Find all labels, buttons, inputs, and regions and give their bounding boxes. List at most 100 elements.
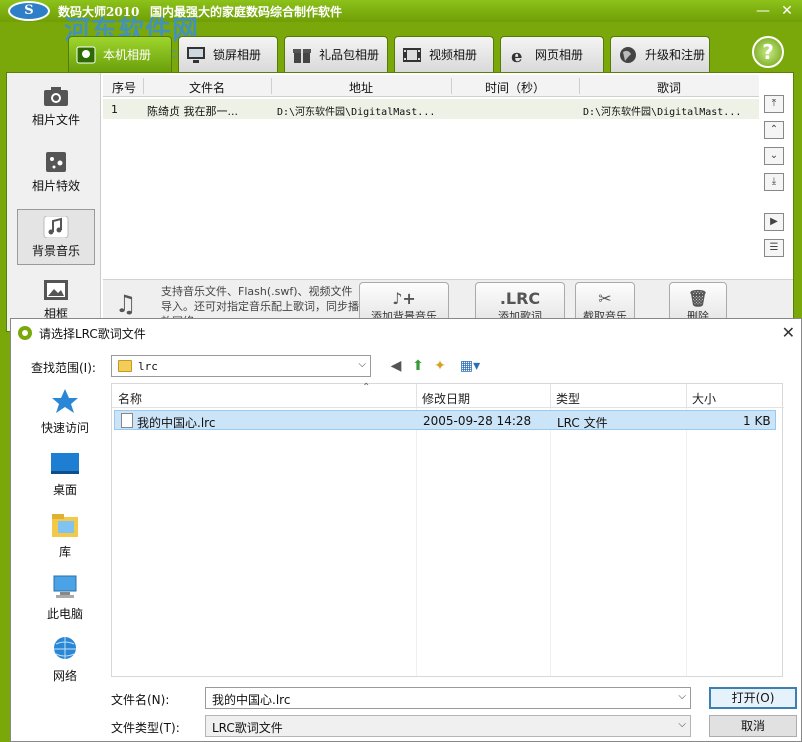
svg-text:e: e — [511, 46, 522, 65]
add-music-icon: ♪+ — [392, 289, 416, 308]
column-header-modified[interactable]: 修改日期 — [422, 390, 470, 407]
cell-lyrics: D:\河东软件园\DigitalMast... — [583, 107, 742, 118]
tab-upgrade-register[interactable]: 升级和注册 — [610, 36, 710, 72]
column-header-path[interactable]: 地址 — [273, 79, 449, 96]
gift-icon — [291, 45, 313, 65]
sidebar-item-label: 相片特效 — [31, 179, 80, 193]
local-album-icon — [75, 45, 97, 65]
chevron-down-icon[interactable]: ⌵ — [678, 691, 686, 702]
tab-video-album[interactable]: 视频相册 — [394, 36, 494, 72]
place-label: 此电脑 — [46, 607, 83, 621]
sidebar-item-photo-files[interactable]: 相片文件 — [17, 79, 95, 135]
cell-filename: 陈绮贞 我在那一... — [147, 105, 238, 118]
column-header-lyrics[interactable]: 歌词 — [581, 79, 757, 96]
move-up-button[interactable]: ⌃ — [764, 121, 784, 139]
help-button[interactable]: ? — [752, 36, 784, 68]
place-label: 桌面 — [52, 483, 77, 497]
place-quick-access[interactable]: 快速访问 — [25, 387, 105, 445]
dialog-title-bar: 请选择LRC歌词文件 ✕ — [11, 319, 801, 347]
cell-path: D:\河东软件园\DigitalMast... — [277, 107, 436, 118]
column-header-index[interactable]: 序号 — [107, 79, 141, 96]
tab-label: 本机相册 — [103, 48, 152, 62]
star-icon — [50, 387, 80, 415]
computer-icon — [50, 573, 80, 601]
trim-icon: ✂ — [598, 289, 612, 308]
up-folder-icon[interactable]: ⬆ — [409, 357, 427, 375]
add-music-button[interactable]: ♪+ 添加背景音乐 — [359, 282, 449, 323]
column-header-size[interactable]: 大小 — [692, 390, 716, 407]
add-lyrics-button[interactable]: .LRC 添加歌词 — [475, 282, 565, 323]
place-this-pc[interactable]: 此电脑 — [25, 573, 105, 631]
table-row[interactable]: 1 陈绮贞 我在那一... D:\河东软件园\DigitalMast... D:… — [103, 99, 759, 119]
camera-icon — [42, 85, 70, 107]
move-bottom-button[interactable]: ⤓ — [764, 173, 784, 191]
tab-web-album[interactable]: e 网页相册 — [500, 36, 604, 72]
delete-button[interactable]: 🗑 删除 — [669, 282, 727, 323]
lookin-dropdown[interactable]: lrc ⌵ — [111, 355, 371, 377]
tab-label: 网页相册 — [535, 48, 584, 62]
chevron-down-icon: ⌵ — [358, 359, 366, 370]
music-note-icon — [42, 215, 70, 239]
place-desktop[interactable]: 桌面 — [25, 449, 105, 507]
open-lrc-dialog: 请选择LRC歌词文件 ✕ 查找范围(I): lrc ⌵ ◀ ⬆ ✦ ▦▾ 快速访… — [10, 318, 802, 742]
sort-ascending-icon: ⌃ — [362, 382, 371, 393]
file-row[interactable]: 我的中国心.lrc 2005-09-28 14:28 LRC 文件 1 KB — [114, 410, 776, 430]
tab-label: 礼品包相册 — [319, 48, 380, 62]
properties-button[interactable]: ☰ — [764, 239, 784, 257]
file-size: 1 KB — [743, 414, 771, 428]
column-header-name[interactable]: 名称 — [118, 390, 142, 407]
new-folder-icon[interactable]: ✦ — [431, 357, 449, 375]
move-top-button[interactable]: ⤒ — [764, 95, 784, 113]
place-label: 库 — [58, 545, 71, 559]
cell-index: 1 — [111, 103, 118, 116]
sidebar-item-label: 相片文件 — [31, 113, 80, 127]
tab-lockscreen-album[interactable]: 锁屏相册 — [178, 36, 278, 72]
close-window-button[interactable]: ✕ — [776, 2, 798, 20]
column-header-time[interactable]: 时间（秒） — [453, 79, 577, 96]
filename-input[interactable]: 我的中国心.lrc ⌵ — [205, 687, 691, 709]
tab-local-album[interactable]: 本机相册 — [68, 36, 172, 72]
globe-icon — [617, 45, 639, 65]
tab-label: 视频相册 — [429, 48, 478, 62]
sidebar-item-photo-effects[interactable]: 相片特效 — [17, 145, 95, 201]
music-table: 序号 文件名 地址 时间（秒） 歌词 1 陈绮贞 我在那一... D:\河东软件… — [103, 75, 759, 277]
chevron-down-icon: ⌵ — [678, 719, 686, 730]
file-list-header: ⌃ 名称 修改日期 类型 大小 — [112, 382, 784, 408]
filetype-label: 文件类型(T): — [111, 721, 180, 735]
sidebar: 相片文件 相片特效 背景音乐 相框 — [7, 73, 101, 331]
library-icon — [50, 511, 80, 539]
file-icon — [121, 413, 133, 428]
play-button[interactable]: ▶ — [764, 213, 784, 231]
filename-value: 我的中国心.lrc — [212, 693, 291, 707]
desktop-icon — [50, 449, 80, 477]
open-button[interactable]: 打开(O) — [709, 687, 797, 709]
film-icon — [401, 45, 423, 65]
place-label: 网络 — [52, 669, 77, 683]
column-header-filename[interactable]: 文件名 — [145, 79, 269, 96]
place-library[interactable]: 库 — [25, 511, 105, 569]
file-type: LRC 文件 — [557, 416, 608, 430]
trash-icon: 🗑 — [687, 289, 709, 308]
cancel-button[interactable]: 取消 — [709, 715, 797, 737]
app-logo: S — [8, 1, 50, 21]
place-label: 快速访问 — [40, 421, 89, 435]
tab-label: 锁屏相册 — [213, 48, 262, 62]
move-down-button[interactable]: ⌄ — [764, 147, 784, 165]
lookin-value: lrc — [138, 360, 158, 373]
filetype-dropdown[interactable]: LRC歌词文件 ⌵ — [205, 715, 691, 737]
tab-gift-album[interactable]: 礼品包相册 — [284, 36, 388, 72]
dialog-app-icon — [17, 325, 33, 341]
network-icon — [50, 635, 80, 663]
view-menu-icon[interactable]: ▦▾ — [457, 357, 483, 375]
places-bar: 快速访问 桌面 库 此电脑 网络 — [25, 387, 105, 687]
trim-music-button[interactable]: ✂ 截取音乐 — [575, 282, 635, 323]
folder-icon — [118, 360, 132, 372]
close-icon[interactable]: ✕ — [782, 323, 795, 342]
back-icon[interactable]: ◀ — [387, 357, 405, 375]
minimize-button[interactable]: — — [752, 2, 774, 20]
place-network[interactable]: 网络 — [25, 635, 105, 693]
effects-icon — [42, 151, 70, 173]
table-header: 序号 文件名 地址 时间（秒） 歌词 — [103, 75, 759, 97]
column-header-type[interactable]: 类型 — [556, 390, 580, 407]
sidebar-item-background-music[interactable]: 背景音乐 — [17, 209, 95, 265]
